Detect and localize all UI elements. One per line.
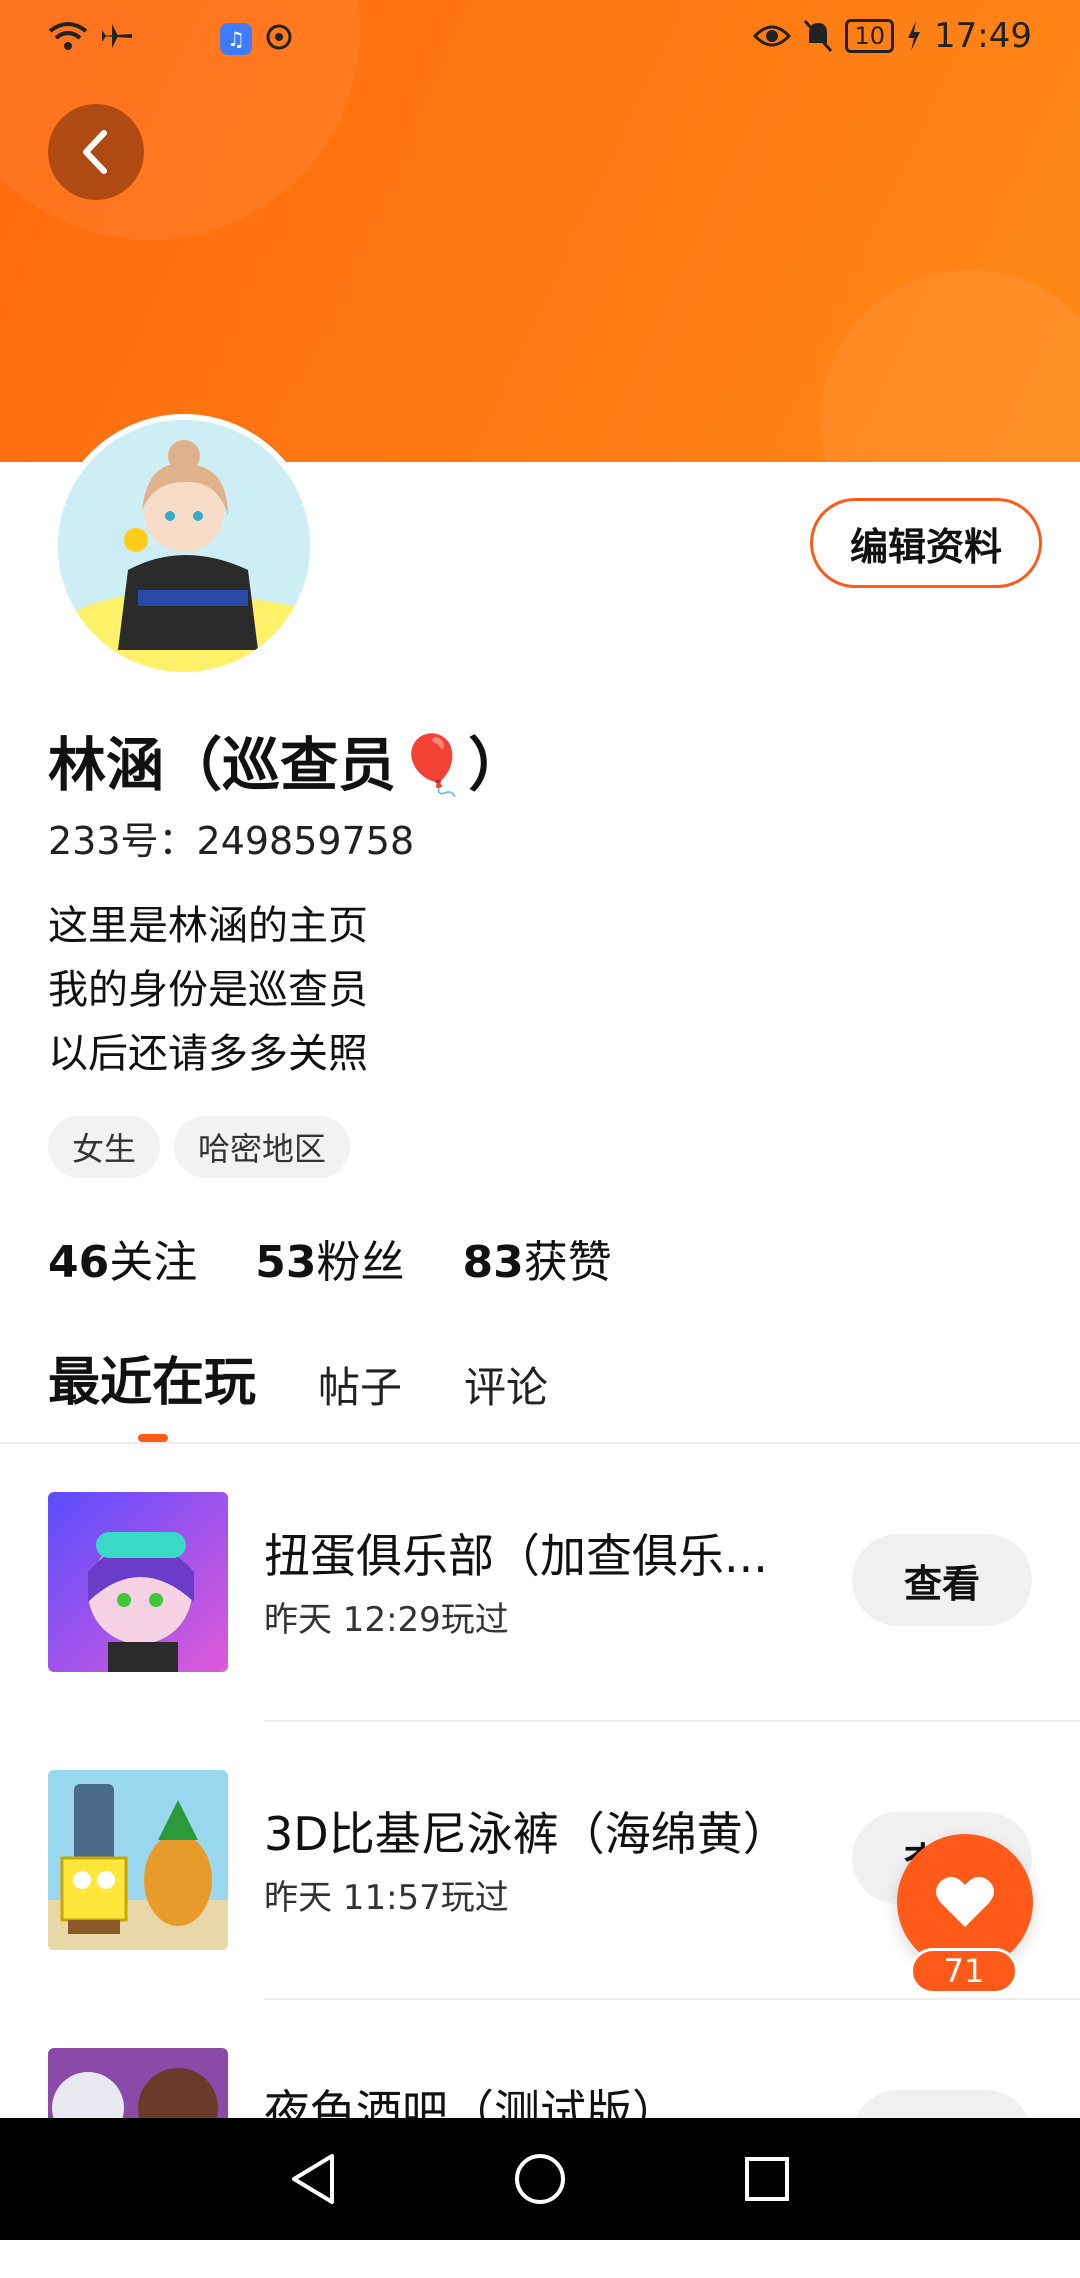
chevron-left-icon [83, 130, 107, 174]
wifi-icon [48, 22, 88, 50]
active-tab-indicator [138, 1434, 168, 1442]
system-nav-bar [0, 2118, 1080, 2240]
profile-bio: 这里是林涵的主页 我的身份是巡查员 以后还请多多关照 [48, 894, 368, 1086]
music-app-icon: ♫ [220, 23, 252, 55]
game-played-time: 昨天 12:29玩过 [264, 1600, 509, 1640]
profile-name: 林涵（巡查员🎈） [48, 731, 527, 799]
game-thumbnail [48, 1770, 228, 1950]
charging-icon [908, 21, 921, 51]
game-list-item[interactable]: 扭蛋俱乐部（加查俱乐... 昨天 12:29玩过 查看 [0, 1444, 1080, 1722]
bio-line: 我的身份是巡查员 [48, 967, 368, 1013]
game-thumbnail [48, 1492, 228, 1672]
bio-line: 以后还请多多关照 [48, 1031, 368, 1077]
stat-followers[interactable]: 53粉丝 [255, 1226, 404, 1290]
game-thumbnail-art [48, 1492, 228, 1672]
nav-recents-button[interactable] [732, 2144, 802, 2214]
status-bar: ♫ 10 17:49 [0, 0, 1080, 80]
clock-text: 17:49 [934, 16, 1032, 56]
circle-home-icon [514, 2154, 565, 2204]
nav-back-button[interactable] [278, 2144, 348, 2214]
game-title: 扭蛋俱乐部（加查俱乐... [264, 1529, 768, 1583]
profile-stats: 46关注 53粉丝 83获赞 [48, 1226, 612, 1290]
status-notifications: ♫ [220, 22, 298, 56]
tab-comments[interactable]: 评论 [464, 1354, 548, 1415]
tag-region: 哈密地区 [174, 1116, 351, 1178]
stat-value: 83 [462, 1237, 524, 1288]
game-thumbnail-art [48, 1770, 228, 1950]
stat-label: 关注 [109, 1237, 198, 1288]
bio-line: 这里是林涵的主页 [48, 903, 368, 949]
stat-likes[interactable]: 83获赞 [462, 1226, 611, 1290]
edit-profile-button[interactable]: 编辑资料 [810, 498, 1042, 588]
status-left [48, 18, 134, 54]
square-recents-icon [744, 2157, 789, 2201]
eye-icon [753, 25, 792, 47]
airplane-icon [100, 24, 132, 48]
stat-label: 粉丝 [316, 1237, 405, 1288]
tab-recent-games[interactable]: 最近在玩 [48, 1340, 256, 1415]
game-played-time: 昨天 11:57玩过 [264, 1878, 509, 1918]
profile-id: 233号：249859758 [48, 819, 415, 863]
stat-value: 53 [255, 1237, 317, 1288]
banner-decoration [820, 270, 1080, 462]
triangle-back-icon [292, 2154, 335, 2204]
stat-label: 获赞 [523, 1237, 612, 1288]
game-title: 3D比基尼泳裤（海绵黄） [264, 1807, 789, 1861]
avatar[interactable] [52, 414, 316, 678]
avatar-illustration [58, 420, 310, 672]
view-game-button[interactable]: 查看 [852, 1534, 1032, 1626]
heart-icon [936, 1876, 994, 1927]
tag-gender: 女生 [48, 1116, 161, 1178]
nav-home-button[interactable] [505, 2144, 575, 2214]
status-right: 10 17:49 [753, 16, 1032, 56]
stat-following[interactable]: 46关注 [48, 1226, 197, 1290]
back-button[interactable] [48, 104, 144, 200]
mute-icon [804, 20, 833, 52]
profile-tabs: 最近在玩 帖子 评论 [48, 1340, 548, 1415]
stat-value: 46 [48, 1237, 110, 1288]
tab-posts[interactable]: 帖子 [318, 1354, 402, 1415]
profile-tags: 女生 哈密地区 [48, 1116, 351, 1178]
like-count-badge: 71 [910, 1948, 1018, 1994]
battery-icon: 10 [845, 19, 895, 53]
location-icon [266, 24, 292, 50]
